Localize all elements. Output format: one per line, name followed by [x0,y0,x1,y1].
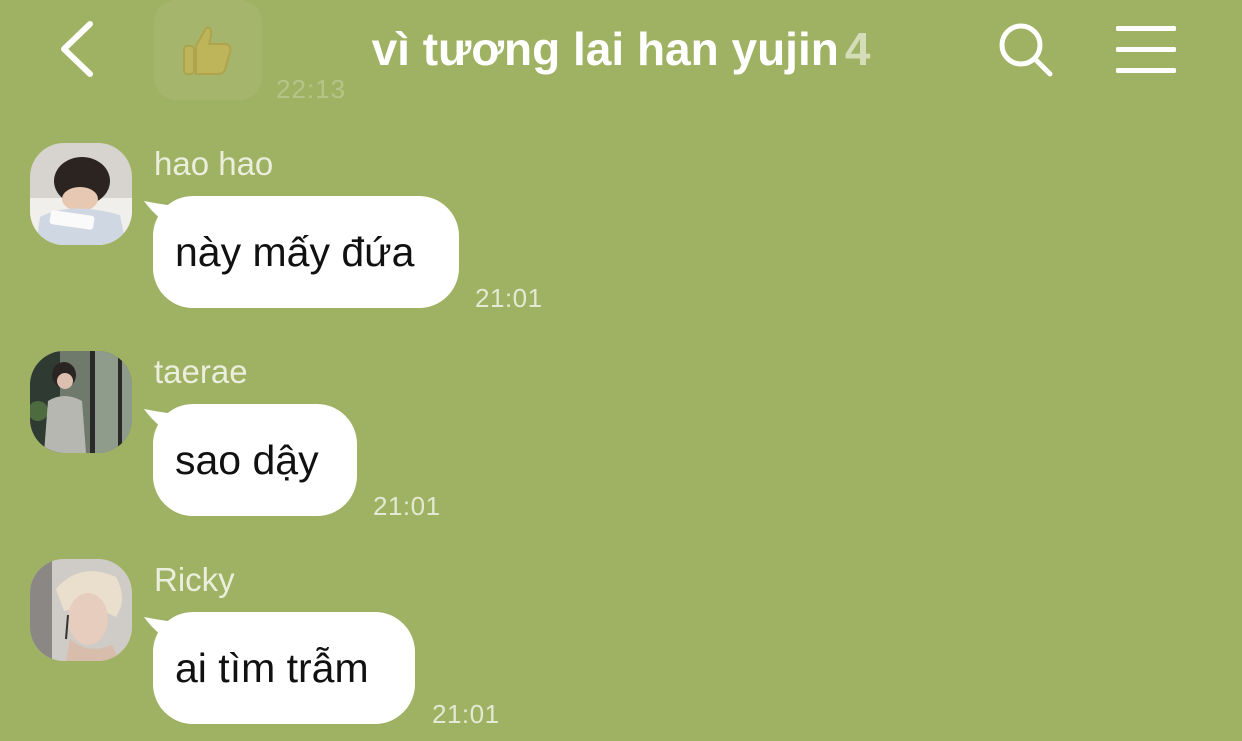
sender-name: taerae [154,353,248,390]
member-count: 4 [844,23,871,75]
message-item: taerae sao dậy 21:01 [0,351,1242,531]
message-item: Ricky ai tìm trẫm 21:01 [0,559,1242,739]
previous-message-time: 22:13 [276,74,347,104]
avatar-taerae[interactable] [30,351,132,453]
search-button[interactable] [994,18,1060,84]
message-bubble[interactable]: ai tìm trẫm [153,612,415,724]
chat-title-text: vì tương lai han yujin [371,23,839,75]
message-time: 21:01 [373,491,441,521]
avatar-ricky[interactable] [30,559,132,661]
message-time: 21:01 [475,283,543,313]
hamburger-menu-icon [1116,26,1176,73]
chat-header: 22:13 vì tương lai han yujin 4 [0,0,1242,110]
message-bubble[interactable]: sao dậy [153,404,357,516]
avatar-hao-hao[interactable] [30,143,132,245]
search-icon [999,23,1053,77]
menu-button[interactable] [1112,22,1180,78]
message-item: hao hao này mấy đứa 21:01 [0,143,1242,323]
message-time: 21:01 [432,699,500,729]
sender-name: Ricky [154,561,235,598]
sender-name: hao hao [154,145,274,182]
message-bubble[interactable]: này mấy đứa [153,196,459,308]
